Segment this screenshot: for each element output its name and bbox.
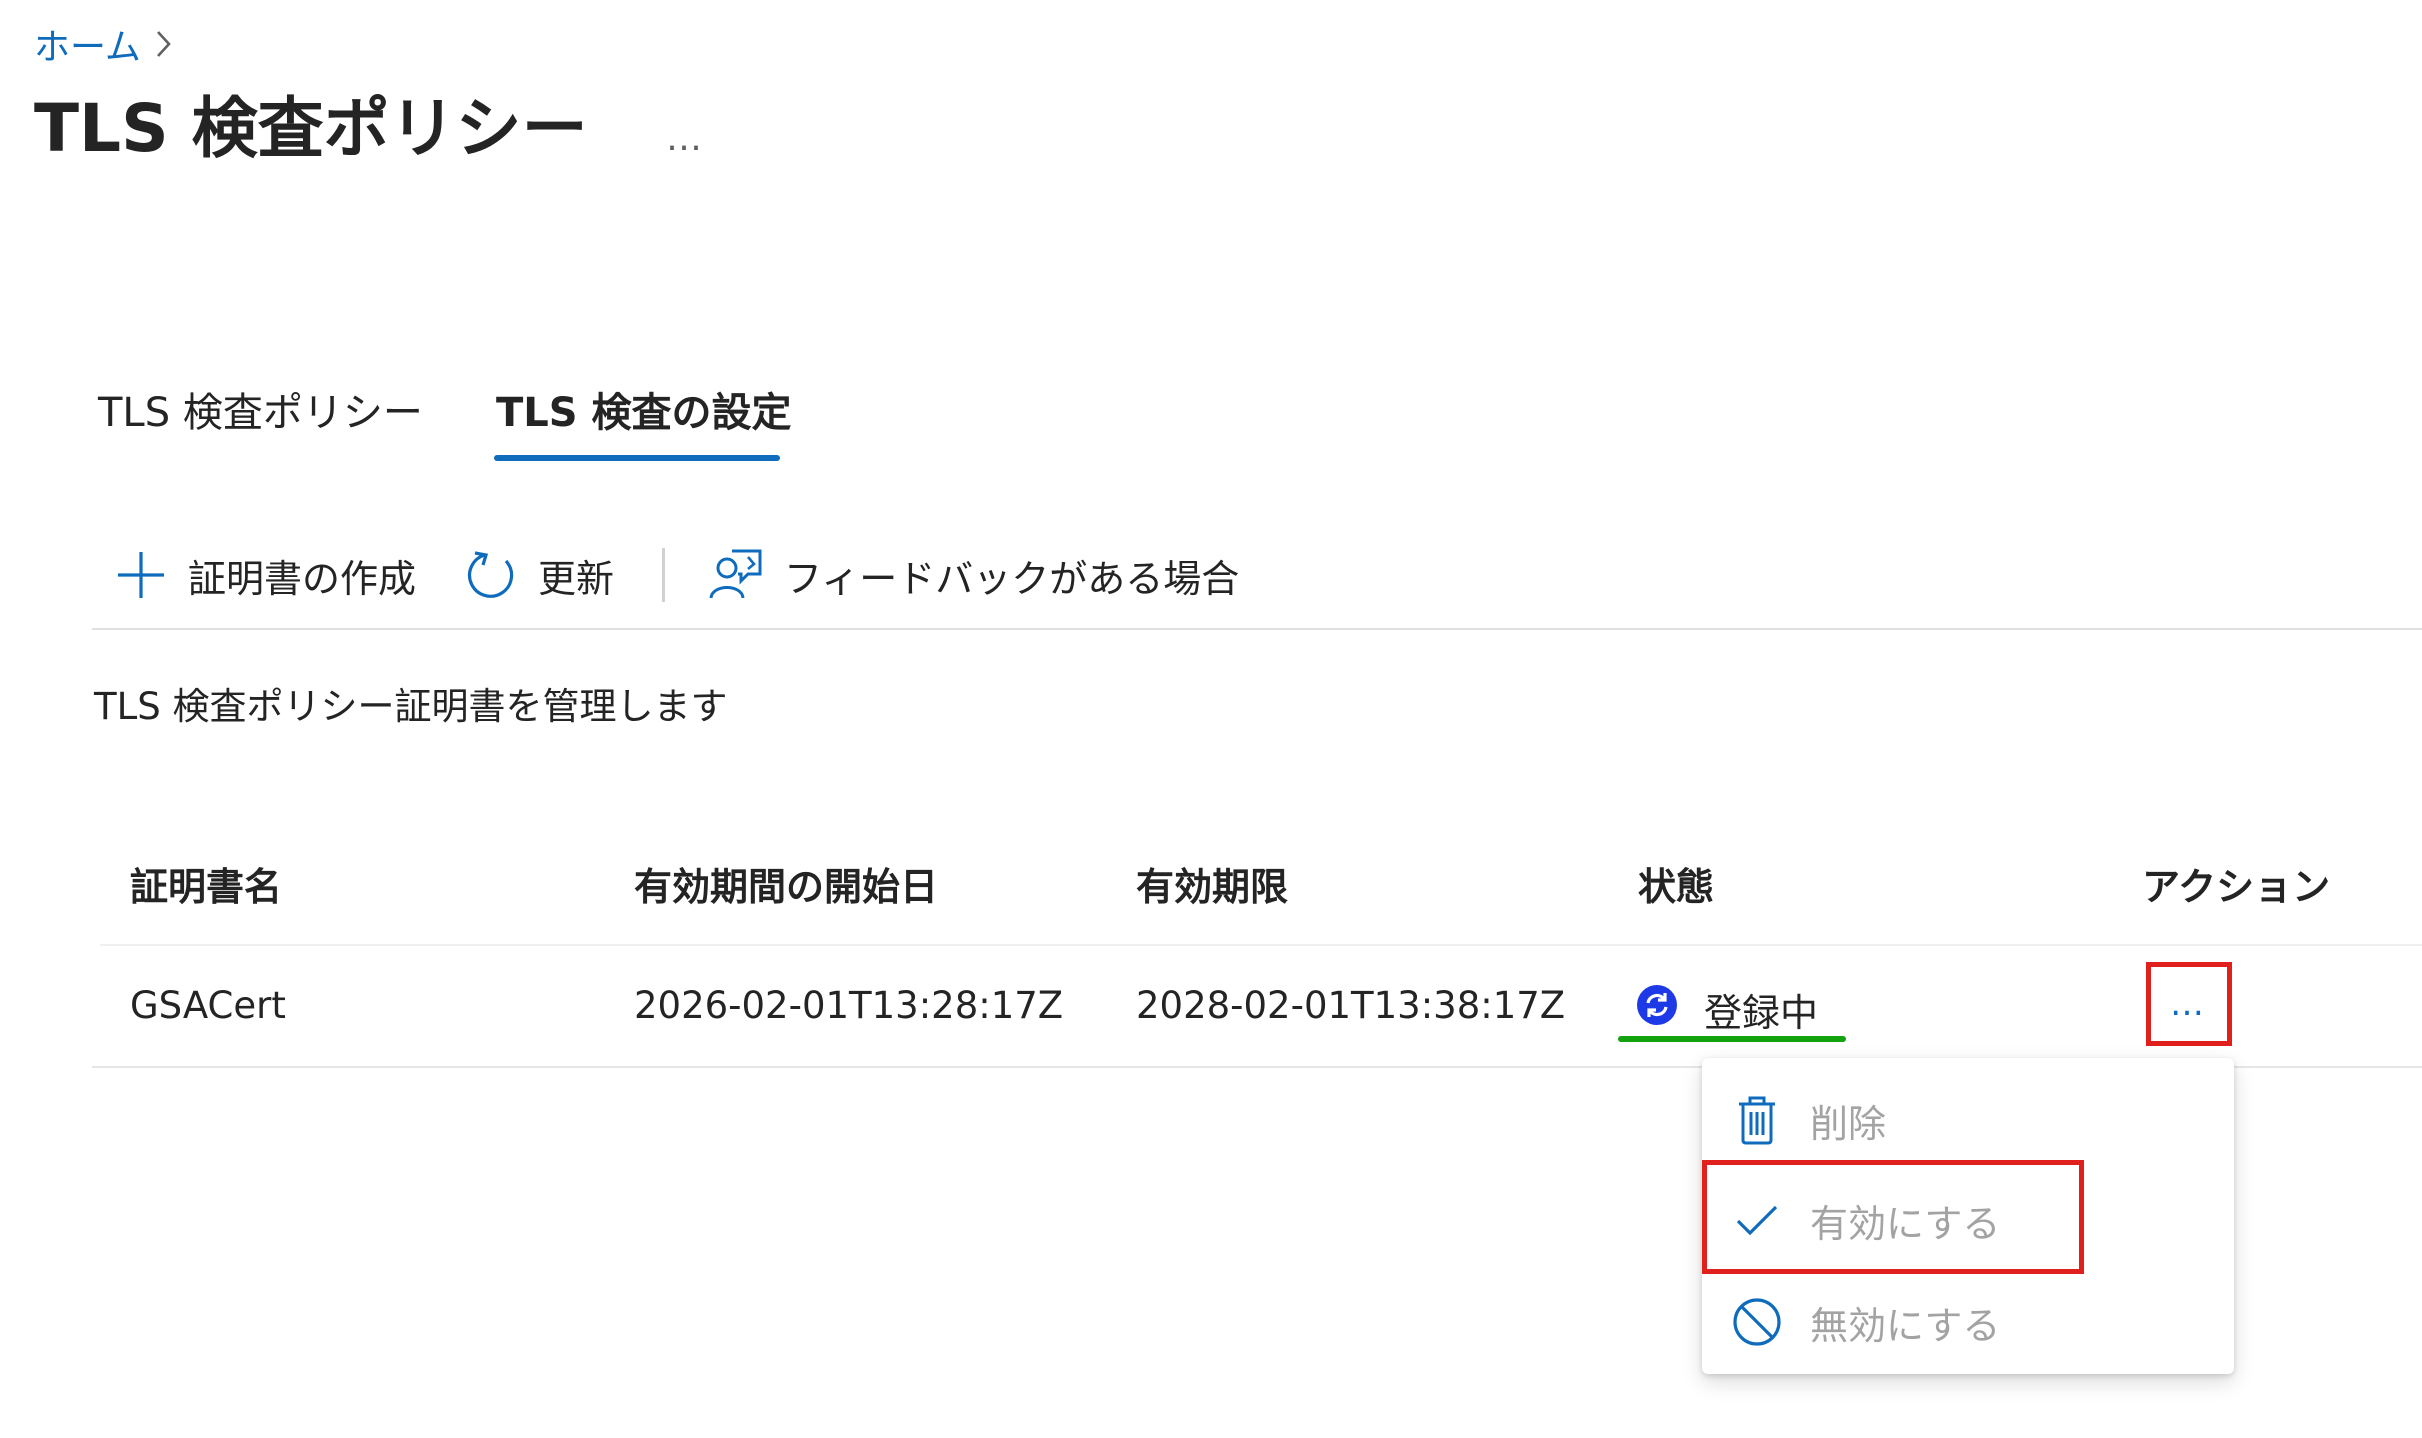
column-header-status[interactable]: 状態 (1638, 856, 1714, 911)
breadcrumb-home-link[interactable]: ホーム (34, 18, 141, 70)
menu-item-disable-label: 無効にする (1810, 1303, 2001, 1348)
refresh-icon (466, 549, 518, 601)
feedback-person-icon (708, 548, 764, 602)
block-icon (1726, 1296, 1788, 1348)
create-certificate-label: 証明書の作成 (188, 556, 417, 601)
more-horizontal-icon: … (2170, 984, 2208, 1024)
feedback-label: フィードバックがある場合 (784, 556, 1240, 601)
plus-icon (114, 548, 168, 602)
menu-item-delete[interactable]: 削除 (1702, 1072, 2234, 1168)
sync-circle-icon (1636, 984, 1678, 1035)
menu-item-delete-label: 削除 (1810, 1101, 1887, 1146)
column-header-start-date[interactable]: 有効期間の開始日 (634, 856, 938, 911)
create-certificate-button[interactable]: 証明書の作成 (114, 548, 416, 602)
trash-icon (1726, 1095, 1788, 1145)
status-badge: 登録中 (1636, 982, 1818, 1037)
toolbar-divider (92, 628, 2422, 630)
row-actions-button[interactable]: … (2146, 962, 2232, 1046)
menu-item-disable[interactable]: 無効にする (1702, 1274, 2234, 1370)
tab-tls-inspection-settings[interactable]: TLS 検査の設定 (496, 380, 792, 438)
refresh-label: 更新 (538, 556, 615, 601)
tab-tls-inspection-policy[interactable]: TLS 検査ポリシー (98, 380, 423, 438)
column-header-action: アクション (2142, 865, 2331, 909)
refresh-button[interactable]: 更新 (466, 548, 614, 602)
column-header-expiry[interactable]: 有効期限 (1136, 856, 1288, 911)
toolbar-separator (662, 548, 665, 602)
column-header-name[interactable]: 証明書名 (130, 856, 282, 911)
active-tab-indicator (494, 455, 780, 461)
page: ホーム TLS 検査ポリシー … TLS 検査ポリシー TLS 検査の設定 証明… (0, 0, 2422, 1438)
breadcrumb: ホーム (34, 14, 173, 74)
page-title: TLS 検査ポリシー (34, 90, 588, 167)
chevron-right-icon (155, 29, 173, 59)
cell-certificate-name: GSACert (130, 984, 286, 1027)
cell-start-date: 2026-02-01T13:28:17Z (634, 984, 1064, 1027)
header-divider (100, 944, 2422, 946)
status-label: 登録中 (1704, 991, 1819, 1035)
enable-highlight-box (1702, 1160, 2084, 1274)
status-underline (1618, 1036, 1846, 1042)
cell-expiry-date: 2028-02-01T13:38:17Z (1136, 984, 1566, 1027)
more-options-icon[interactable]: … (666, 118, 704, 159)
feedback-button[interactable]: フィードバックがある場合 (708, 548, 1239, 602)
page-description: TLS 検査ポリシー証明書を管理します (94, 685, 728, 728)
